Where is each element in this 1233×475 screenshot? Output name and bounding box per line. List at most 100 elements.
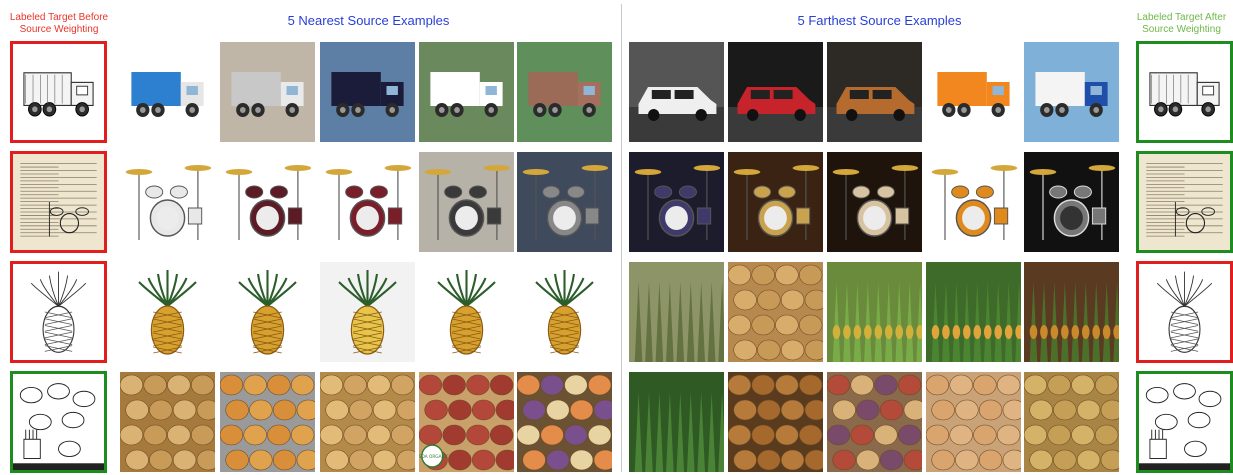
potato-sketch-icon xyxy=(1139,374,1230,470)
red-sports-car-icon xyxy=(728,42,823,142)
truck-sketch-icon xyxy=(13,44,104,140)
nearest-example-pineapple-3 xyxy=(320,262,415,362)
farthest-example-pineapple-4 xyxy=(926,262,1021,362)
potatoes-icon xyxy=(120,372,215,472)
farthest-example-drum-1 xyxy=(629,152,724,252)
farthest-example-pineapple-2 xyxy=(728,262,823,362)
garbage-truck-icon xyxy=(419,42,514,142)
drum-kit-stage-icon xyxy=(517,152,612,252)
pineapple-plants-icon xyxy=(1024,262,1119,362)
truck-sketch-icon xyxy=(1139,44,1230,140)
drum-closeup-icon xyxy=(827,152,922,252)
toy-dump-truck-icon xyxy=(120,42,215,142)
nearest-example-truck-4 xyxy=(419,42,514,142)
drum-kit-purple-light-icon xyxy=(629,152,724,252)
drumsticks-icon xyxy=(728,152,823,252)
before-weighting-header: Labeled Target Before Source Weighting xyxy=(9,12,109,35)
pineapple-field-icon xyxy=(629,262,724,362)
orange-drum-kit-icon xyxy=(926,152,1021,252)
target-before-truck xyxy=(10,41,107,143)
potato-plants-icon xyxy=(629,372,724,472)
nearest-example-drum-5 xyxy=(517,152,612,252)
potato-wedges-icon xyxy=(220,372,315,472)
pineapple-sketch-icon xyxy=(1139,264,1230,360)
pineapple-icon xyxy=(419,262,514,362)
pickup-truck-icon xyxy=(827,42,922,142)
farthest-example-potato-3 xyxy=(827,372,922,472)
farthest-example-drum-3 xyxy=(827,152,922,252)
nearest-example-drum-3 xyxy=(320,152,415,252)
red-drum-kit-icon xyxy=(320,152,415,252)
mixed-potatoes-icon xyxy=(827,372,922,472)
white-suv-icon xyxy=(629,42,724,142)
nearest-example-truck-3 xyxy=(320,42,415,142)
nearest-example-potato-4: USDA ORGANIC xyxy=(419,372,514,472)
pineapple-icon xyxy=(517,262,612,362)
blue-semi-truck-icon xyxy=(1024,42,1119,142)
target-after-potato xyxy=(1136,371,1233,473)
russet-potatoes-icon xyxy=(926,372,1021,472)
drum-kit-icon xyxy=(120,152,215,252)
nearest-example-drum-2 xyxy=(220,152,315,252)
farthest-examples-header: 5 Farthest Source Examples xyxy=(797,13,962,28)
farthest-example-pineapple-5 xyxy=(1024,262,1119,362)
red-potatoes-usda-icon: USDA ORGANIC xyxy=(419,372,514,472)
drum-dictionary-print-icon xyxy=(1139,154,1230,250)
pineapple-farm-icon xyxy=(926,262,1021,362)
farthest-example-potato-5 xyxy=(1024,372,1119,472)
pineapple-halves-icon xyxy=(320,262,415,362)
target-before-potato xyxy=(10,371,107,473)
farthest-example-drum-2 xyxy=(728,152,823,252)
target-after-pineapple xyxy=(1136,261,1233,363)
farthest-example-truck-1 xyxy=(629,42,724,142)
potato-slices-icon xyxy=(517,372,612,472)
potatoes-pile-icon xyxy=(728,372,823,472)
dump-truck-icon xyxy=(220,42,315,142)
drum-kit-room-icon xyxy=(419,152,514,252)
farthest-example-potato-1 xyxy=(629,372,724,472)
farthest-example-potato-4 xyxy=(926,372,1021,472)
nearest-example-drum-4 xyxy=(419,152,514,252)
nearest-example-truck-1 xyxy=(120,42,215,142)
potatoes-closeup-icon xyxy=(1024,372,1119,472)
maroon-drum-kit-icon xyxy=(220,152,315,252)
farthest-example-pineapple-3 xyxy=(827,262,922,362)
farthest-example-drum-4 xyxy=(926,152,1021,252)
nearest-example-truck-2 xyxy=(220,42,315,142)
baby-potatoes-icon xyxy=(320,372,415,472)
drum-dictionary-print-icon xyxy=(13,154,104,250)
box-truck-icon xyxy=(320,42,415,142)
orange-semi-trucks-icon xyxy=(926,42,1021,142)
after-weighting-header: Labeled Target After Source Weighting xyxy=(1136,12,1227,35)
target-before-drum xyxy=(10,151,107,253)
farthest-example-truck-4 xyxy=(926,42,1021,142)
nearest-examples-header: 5 Nearest Source Examples xyxy=(287,13,450,28)
nearest-example-potato-2 xyxy=(220,372,315,472)
nearest-example-drum-1 xyxy=(120,152,215,252)
farthest-example-pineapple-1 xyxy=(629,262,724,362)
pineapple-pie-icon xyxy=(728,262,823,362)
farthest-example-truck-3 xyxy=(827,42,922,142)
drum-kit-bw-icon xyxy=(1024,152,1119,252)
pineapple-icon xyxy=(120,262,215,362)
target-before-pineapple xyxy=(10,261,107,363)
farthest-example-potato-2 xyxy=(728,372,823,472)
nearest-example-potato-1 xyxy=(120,372,215,472)
pineapple-icon xyxy=(220,262,315,362)
semi-truck-icon xyxy=(517,42,612,142)
nearest-example-truck-5 xyxy=(517,42,612,142)
farthest-example-truck-2 xyxy=(728,42,823,142)
nearest-example-pineapple-4 xyxy=(419,262,514,362)
pineapple-rows-icon xyxy=(827,262,922,362)
farthest-example-truck-5 xyxy=(1024,42,1119,142)
target-after-drum xyxy=(1136,151,1233,253)
section-divider xyxy=(621,4,622,472)
pineapple-sketch-icon xyxy=(13,264,104,360)
nearest-example-pineapple-2 xyxy=(220,262,315,362)
nearest-example-potato-5 xyxy=(517,372,612,472)
potato-sketch-icon xyxy=(13,374,104,470)
farthest-example-drum-5 xyxy=(1024,152,1119,252)
nearest-example-pineapple-1 xyxy=(120,262,215,362)
target-after-truck xyxy=(1136,41,1233,143)
nearest-example-pineapple-5 xyxy=(517,262,612,362)
